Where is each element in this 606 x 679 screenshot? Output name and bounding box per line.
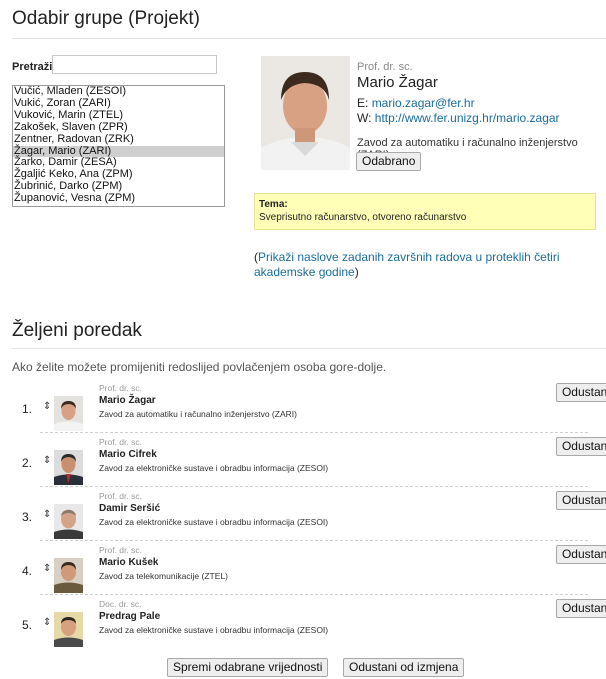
person-department: Zavod za elektroničke sustave i obradbu … — [99, 625, 329, 635]
order-heading: Željeni poredak — [12, 320, 606, 349]
person-photo — [54, 558, 83, 593]
order-hint: Ako želite možete promijeniti redoslijed… — [12, 360, 387, 374]
save-selection-button[interactable]: Spremi odabrane vrijednosti — [167, 658, 329, 677]
person-name: Mario Cifrek — [99, 449, 157, 460]
topic-label: Tema: — [259, 199, 288, 210]
ranking-row[interactable]: 2. ⇕ Prof. dr. sc. Mario Cifrek Zavod za… — [0, 432, 606, 487]
web-prefix: W: — [357, 111, 372, 125]
ranking-row[interactable]: 4. ⇕ Prof. dr. sc. Mario Kušek Zavod za … — [0, 540, 606, 595]
search-label: Pretraži: — [12, 61, 57, 73]
mentor-photo — [261, 56, 350, 170]
person-department: Zavod za elektroničke sustave i obradbu … — [99, 517, 329, 527]
remove-button[interactable]: Odustani — [555, 599, 606, 618]
ranking-row[interactable]: 3. ⇕ Prof. dr. sc. Damir Seršić Zavod za… — [0, 486, 606, 541]
mentor-web-link[interactable]: http://www.fer.unizg.hr/mario.zagar — [375, 111, 560, 125]
mentor-email-link[interactable]: mario.zagar@fer.hr — [372, 96, 475, 110]
rank-number: 2. — [22, 456, 33, 470]
person-title: Prof. dr. sc. — [99, 437, 142, 447]
topic-value: Sveprisutno računarstvo, otvoreno računa… — [259, 212, 467, 223]
discard-changes-button[interactable]: Odustani od izmjena — [343, 658, 465, 677]
previous-theses: (Prikaži naslove zadanih završnih radova… — [254, 250, 574, 280]
ranking-row[interactable]: 5. ⇕ Doc. dr. sc. Predrag Pale Zavod za … — [0, 594, 606, 648]
mentor-name: Mario Žagar — [357, 74, 438, 91]
selected-button[interactable]: Odabrano — [356, 152, 422, 171]
person-department: Zavod za elektroničke sustave i obradbu … — [99, 463, 329, 473]
person-photo — [54, 396, 83, 431]
person-title: Prof. dr. sc. — [99, 491, 142, 501]
listbox-option[interactable]: Vuković, Marin (ZTEL) — [13, 109, 224, 122]
paren-close: ) — [354, 265, 359, 279]
remove-button[interactable]: Odustani — [555, 437, 606, 456]
mentor-email-line: E: mario.zagar@fer.hr — [357, 96, 475, 110]
person-name: Predrag Pale — [99, 611, 161, 622]
person-photo — [54, 612, 83, 647]
ranking-row[interactable]: 1. ⇕ Prof. dr. sc. Mario Žagar Zavod za … — [0, 378, 606, 433]
remove-button[interactable]: Odustani — [555, 383, 606, 402]
mentor-listbox[interactable]: Vučić, Mladen (ZESOI) Vukić, Zoran (ZARI… — [12, 85, 225, 207]
drag-handle-icon[interactable]: ⇕ — [43, 401, 51, 412]
topic-box: Tema: Sveprisutno računarstvo, otvoreno … — [254, 193, 596, 230]
person-department: Zavod za automatiku i računalno inženjer… — [99, 409, 297, 419]
listbox-option[interactable]: Zakošek, Slaven (ZPR) — [13, 121, 224, 134]
remove-button[interactable]: Odustani — [555, 491, 606, 510]
mentor-web-line: W: http://www.fer.unizg.hr/mario.zagar — [357, 111, 560, 125]
drag-handle-icon[interactable]: ⇕ — [43, 617, 51, 628]
person-title: Prof. dr. sc. — [99, 383, 142, 393]
rank-number: 4. — [22, 564, 33, 578]
person-photo — [54, 504, 83, 539]
person-name: Mario Žagar — [99, 395, 156, 406]
email-prefix: E: — [357, 96, 369, 110]
rank-number: 3. — [22, 510, 33, 524]
rank-number: 5. — [22, 618, 33, 632]
remove-button[interactable]: Odustani — [555, 545, 606, 564]
drag-handle-icon[interactable]: ⇕ — [43, 455, 51, 466]
listbox-option[interactable]: Zentner, Radovan (ZRK) — [13, 133, 224, 146]
drag-handle-icon[interactable]: ⇕ — [43, 509, 51, 520]
person-title: Doc. dr. sc. — [99, 599, 142, 609]
page-title: Odabir grupe (Projekt) — [12, 8, 606, 39]
person-photo — [54, 450, 83, 485]
listbox-option[interactable]: Županović, Vesna (ZPM) — [13, 192, 224, 205]
person-title: Prof. dr. sc. — [99, 545, 142, 555]
person-department: Zavod za telekomunikacije (ZTEL) — [99, 571, 228, 581]
person-name: Damir Seršić — [99, 503, 161, 514]
previous-theses-link[interactable]: Prikaži naslove zadanih završnih radova … — [254, 250, 559, 279]
mentor-title: Prof. dr. sc. — [357, 61, 413, 73]
drag-handle-icon[interactable]: ⇕ — [43, 563, 51, 574]
rank-number: 1. — [22, 402, 33, 416]
search-input[interactable] — [52, 55, 217, 74]
person-name: Mario Kušek — [99, 557, 159, 568]
